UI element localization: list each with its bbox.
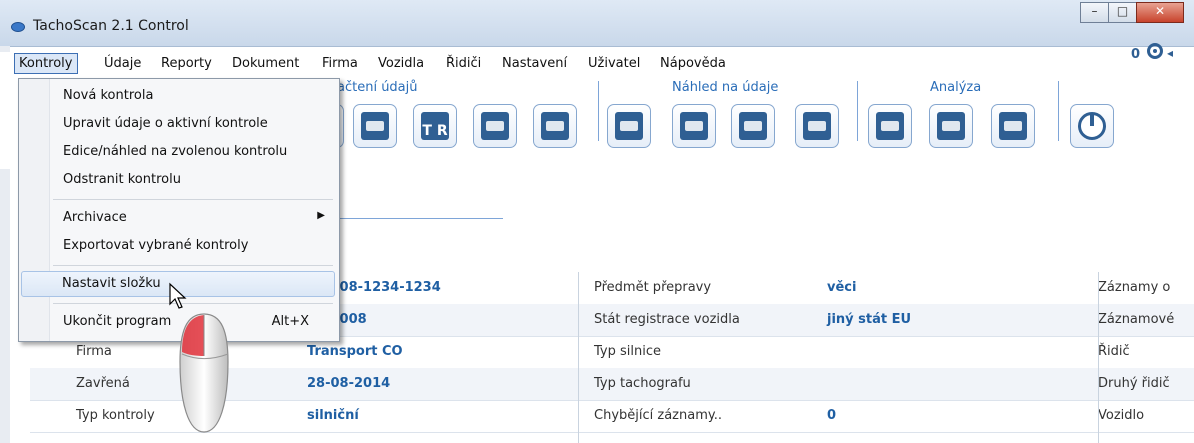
menu-separator (53, 303, 333, 304)
title-bar: TachoScan 2.1 Control – □ ✕ (0, 0, 1194, 47)
field-label: Firma (76, 344, 112, 359)
power-icon (1078, 112, 1106, 140)
menu-reporty[interactable]: Reporty (161, 56, 212, 71)
weekly-chart-icon (739, 112, 767, 140)
column-divider (578, 272, 579, 443)
monthly-chart-icon (803, 112, 831, 140)
usb-download-button[interactable] (473, 104, 517, 148)
maximize-button[interactable]: □ (1108, 2, 1137, 23)
minimize-button[interactable]: – (1080, 2, 1109, 23)
field-label: Stát registrace vozidla (594, 312, 740, 327)
field-value: silniční (307, 408, 359, 423)
monthly-chart-button[interactable] (795, 104, 839, 148)
menu-dokument[interactable]: Dokument (232, 56, 299, 71)
menu-napoveda[interactable]: Nápověda (660, 56, 726, 71)
menu-item-edice-nahled[interactable]: Edice/náhled na zvolenou kontrolu (21, 139, 335, 165)
field-label: Řidič (1098, 344, 1130, 359)
field-value: 28-08-2014 (307, 376, 391, 391)
mouse-device-icon (179, 313, 229, 433)
arrow-left-icon: ◂ (1167, 46, 1174, 60)
menu-item-exportovat[interactable]: Exportovat vybrané kontroly (21, 233, 335, 259)
close-icon: ✕ (1154, 4, 1166, 18)
menu-kontroly[interactable]: Kontroly (14, 53, 78, 74)
window-controls: – □ ✕ (1080, 2, 1184, 23)
tachograph-card-icon (361, 112, 389, 140)
field-label: Chybějící záznamy.. (594, 408, 722, 423)
field-label: Typ kontroly (76, 408, 155, 423)
field-label: Druhý řidič (1098, 376, 1170, 391)
window-title: TachoScan 2.1 Control (33, 18, 189, 34)
weekly-chart-button[interactable] (731, 104, 775, 148)
km-book-button[interactable] (991, 104, 1035, 148)
disk-export-icon (876, 112, 904, 140)
eye-icon[interactable] (1147, 43, 1163, 59)
counter-value: 0 (1131, 47, 1141, 62)
menu-uzivatel[interactable]: Uživatel (588, 56, 640, 71)
field-label: Typ silnice (594, 344, 661, 359)
menu-separator (53, 265, 333, 266)
minimize-icon: – (1091, 4, 1098, 18)
close-button[interactable]: ✕ (1136, 2, 1184, 23)
field-label: Vozidlo (1098, 408, 1145, 423)
group-label-nahled: Náhled na údaje (672, 80, 779, 95)
field-value: 0 (827, 408, 837, 423)
app-icon (11, 22, 25, 32)
usb-download-icon (481, 112, 509, 140)
maximize-icon: □ (1116, 4, 1129, 18)
field-label: Předmět přepravy (594, 280, 712, 295)
driver-card-view-button[interactable] (607, 104, 651, 148)
km-book-icon (999, 112, 1027, 140)
menu-vozidla[interactable]: Vozidla (378, 56, 424, 71)
tr-card-icon: T R (421, 112, 449, 140)
group-separator (857, 81, 858, 141)
menu-nastaveni[interactable]: Nastavení (502, 56, 567, 71)
menu-separator (53, 199, 333, 200)
menu-bar: Kontroly Údaje Reporty Dokument Firma Vo… (0, 52, 1194, 74)
menu-item-nova-kontrola[interactable]: Nová kontrola (21, 83, 335, 109)
group-label-analyza: Analýza (930, 80, 982, 95)
mouse-cursor-icon (169, 282, 187, 309)
group-separator (598, 81, 599, 141)
vehicle-card-view-button[interactable] (672, 104, 716, 148)
disk-export-button[interactable] (868, 104, 912, 148)
field-value: jiný stát EU (827, 312, 912, 327)
regulation-infringement-button[interactable] (929, 104, 973, 148)
field-value: věci (827, 280, 857, 295)
app-window: TachoScan 2.1 Control – □ ✕ Kontroly Úda… (0, 0, 1194, 443)
submenu-arrow-icon: ▶ (317, 210, 325, 221)
shortcut-label: Alt+X (271, 314, 309, 329)
driver-card-view-icon (615, 112, 643, 140)
vehicle-unit-download-button[interactable] (533, 104, 577, 148)
menu-item-odstranit[interactable]: Odstranit kontrolu (21, 167, 335, 193)
field-label: Záznamy o (1098, 280, 1171, 295)
field-label: Záznamové (1098, 312, 1175, 327)
menu-firma[interactable]: Firma (322, 56, 358, 71)
tr-card-button[interactable]: T R (413, 104, 457, 148)
field-value: Transport CO (307, 344, 403, 359)
section-underline (335, 218, 503, 219)
column-divider (1098, 272, 1099, 443)
menu-item-upravit-udaje[interactable]: Upravit údaje o aktivní kontrole (21, 111, 335, 137)
group-separator (1058, 81, 1059, 141)
group-label-nacteni: ačtení údajů (337, 80, 418, 95)
tachograph-card-button[interactable] (353, 104, 397, 148)
menu-item-archivace[interactable]: Archivace ▶ (21, 205, 335, 231)
field-label: Typ tachografu (594, 376, 691, 391)
regulation-infringement-icon (937, 112, 965, 140)
vehicle-card-view-icon (680, 112, 708, 140)
power-button[interactable] (1070, 104, 1114, 148)
menu-ridici[interactable]: Řidiči (446, 56, 481, 71)
field-label: Zavřená (76, 376, 130, 391)
vehicle-unit-download-icon (541, 112, 569, 140)
menu-udaje[interactable]: Údaje (104, 56, 141, 71)
